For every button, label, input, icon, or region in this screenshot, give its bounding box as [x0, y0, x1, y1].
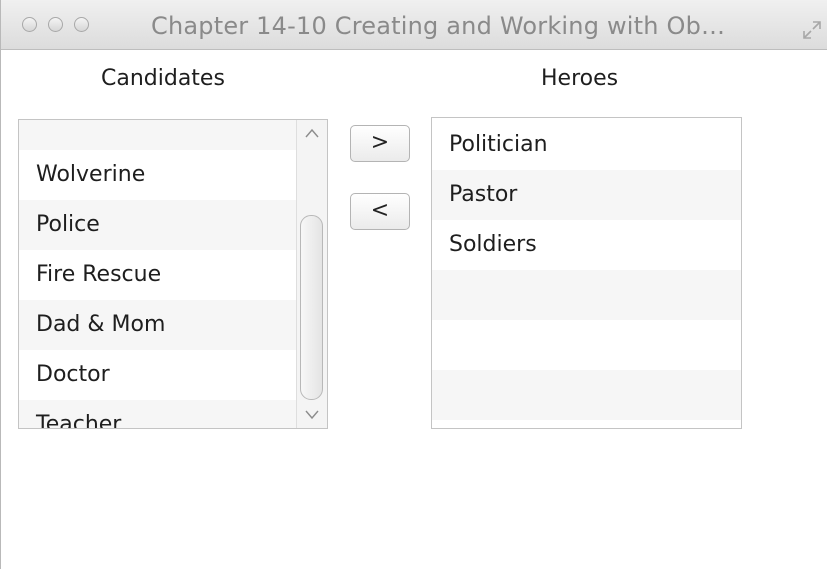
- minimize-button-icon[interactable]: [48, 17, 63, 32]
- title-bar[interactable]: Chapter 14-10 Creating and Working with …: [1, 0, 827, 50]
- heroes-label: Heroes: [541, 66, 619, 91]
- chevron-down-icon[interactable]: [305, 410, 319, 420]
- list-item[interactable]: Teacher: [19, 400, 296, 428]
- list-item[interactable]: Wolverine: [19, 150, 296, 200]
- zoom-button-icon[interactable]: [74, 17, 89, 32]
- candidates-label: Candidates: [101, 66, 225, 91]
- scroll-thumb[interactable]: [300, 215, 323, 400]
- list-item[interactable]: [432, 320, 741, 370]
- list-item[interactable]: Doctor: [19, 350, 296, 400]
- candidates-scrollbar[interactable]: [296, 120, 327, 428]
- list-item[interactable]: Police: [19, 200, 296, 250]
- window-title: Chapter 14-10 Creating and Working with …: [151, 12, 726, 40]
- list-item[interactable]: Pastor: [432, 170, 741, 220]
- app-window: Chapter 14-10 Creating and Working with …: [0, 0, 827, 569]
- list-item[interactable]: Soldiers: [432, 220, 741, 270]
- list-item[interactable]: Fire Rescue: [19, 250, 296, 300]
- fullscreen-arrows-icon[interactable]: [801, 19, 823, 41]
- list-item[interactable]: [19, 120, 296, 150]
- list-item[interactable]: [432, 370, 741, 420]
- list-item[interactable]: Politician: [432, 120, 741, 170]
- close-button-icon[interactable]: [22, 17, 37, 32]
- add-to-heroes-button[interactable]: >: [350, 125, 410, 162]
- list-item[interactable]: Dad & Mom: [19, 300, 296, 350]
- heroes-list[interactable]: Politician Pastor Soldiers: [431, 117, 742, 429]
- remove-from-heroes-button[interactable]: <: [350, 193, 410, 230]
- chevron-up-icon[interactable]: [305, 128, 319, 138]
- candidates-list[interactable]: Wolverine Police Fire Rescue Dad & Mom D…: [18, 119, 328, 429]
- list-item[interactable]: [432, 270, 741, 320]
